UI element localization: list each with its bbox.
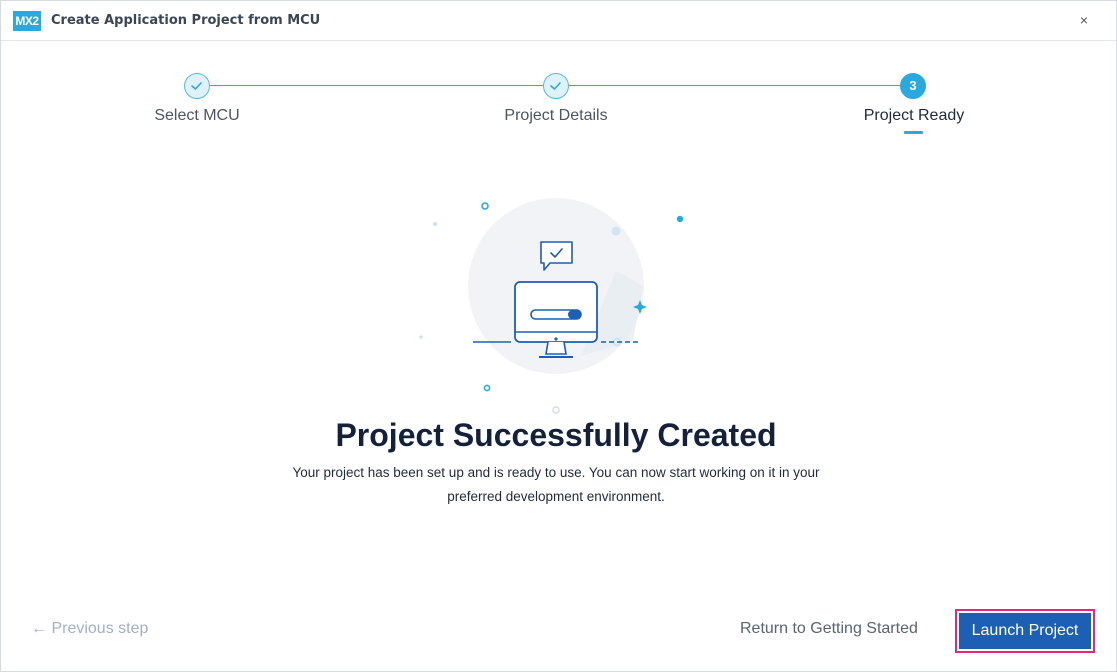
launch-project-label: Launch Project [959,613,1091,649]
success-message: Your project has been set up and is read… [256,461,856,509]
progress-stepper: Select MCU Project Details 3 Project Rea… [1,41,1116,141]
title-bar: MX2 Create Application Project from MCU … [1,1,1116,41]
success-message-line-1: Your project has been set up and is read… [292,465,820,480]
success-illustration [401,191,701,421]
close-button[interactable]: × [1076,12,1092,28]
step-connector-2 [569,85,900,86]
step-1-indicator [184,73,210,99]
monitor-check-icon [419,198,684,414]
success-message-line-2: preferred development environment. [447,489,665,504]
window-title: Create Application Project from MCU [51,13,321,28]
app-logo: MX2 [13,11,41,31]
success-heading: Project Successfully Created [335,417,777,453]
check-icon [550,82,561,90]
launch-project-button[interactable]: Launch Project [955,609,1095,653]
create-project-dialog: MX2 Create Application Project from MCU … [0,0,1117,672]
close-icon: × [1079,12,1089,28]
previous-step-link[interactable]: ← Previous step [31,620,148,638]
check-icon [191,82,202,90]
return-to-getting-started-link[interactable]: Return to Getting Started [740,620,918,638]
active-step-underline [904,131,923,134]
step-2-label: Project Details [504,107,608,124]
step-1-label: Select MCU [154,107,240,124]
step-connector-1 [210,85,543,86]
step-3-label: Project Ready [863,107,965,124]
step-2-indicator [543,73,569,99]
step-3-indicator: 3 [900,73,926,99]
